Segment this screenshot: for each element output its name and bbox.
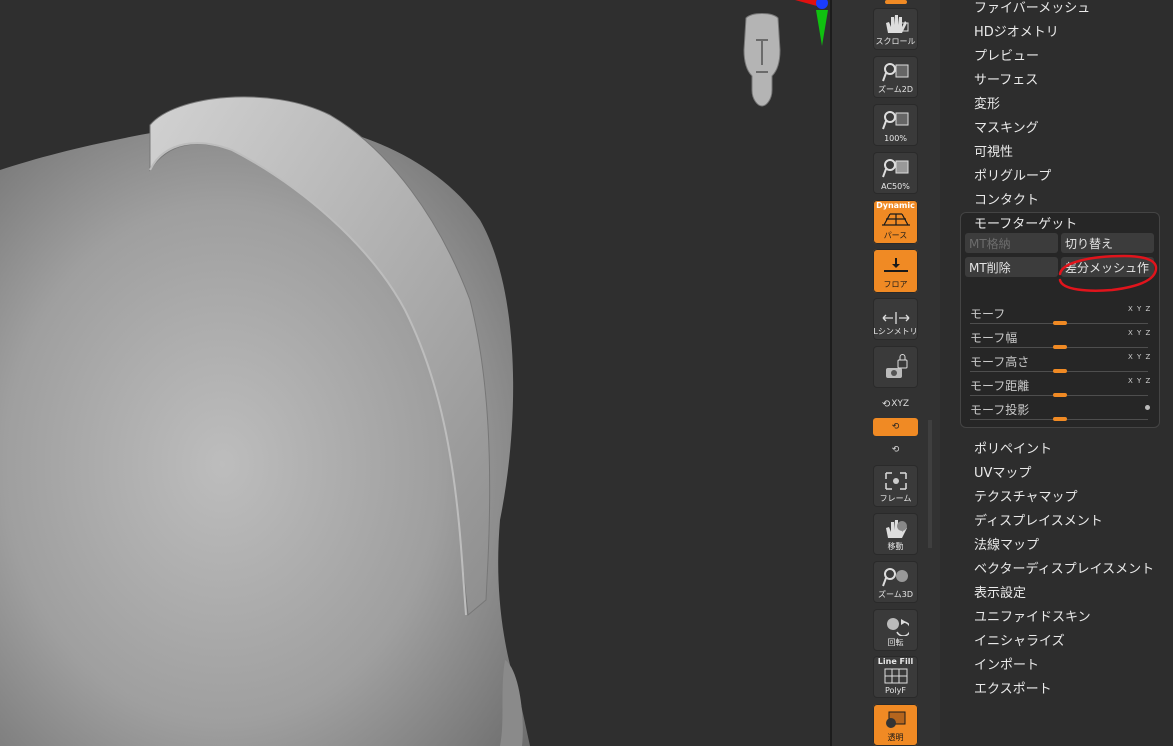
polyframe-grid-icon: [884, 668, 907, 684]
menu-item-vector-displacement[interactable]: ベクターディスプレイスメント: [974, 558, 1154, 577]
menu-item-initialize[interactable]: イニシャライズ: [974, 630, 1065, 649]
xyz-label: XYZ: [891, 399, 910, 409]
polyf-button[interactable]: Line Fill PolyF: [873, 656, 918, 698]
morph-width-xyz-icon[interactable]: X Y Z: [1128, 329, 1151, 337]
rotate-icon: [886, 618, 909, 636]
menu-item-displacement[interactable]: ディスプレイスメント: [974, 510, 1103, 529]
hand-scroll-icon: [885, 15, 908, 33]
rotate-xyz-icon: ⟲: [881, 398, 891, 410]
move-button[interactable]: 移動: [873, 513, 918, 555]
menu-item-texture-map[interactable]: テクスチャマップ: [974, 486, 1077, 505]
move-label: 移動: [887, 542, 904, 551]
menu-item-preview[interactable]: プレビュー: [974, 45, 1039, 64]
zoom2d-label: ズーム2D: [877, 85, 913, 94]
frame-button[interactable]: フレーム: [873, 465, 918, 507]
polyf-label: PolyF: [885, 686, 906, 695]
local-transform-button[interactable]: [873, 346, 918, 388]
ac50-label: AC50%: [881, 182, 910, 191]
store-mt-button[interactable]: MT格納: [965, 233, 1058, 253]
morph-xyz-icon[interactable]: X Y Z: [1128, 305, 1151, 313]
perspective-grid-icon: [881, 213, 910, 226]
hand-move-icon: [885, 520, 907, 538]
perspective-button[interactable]: Dynamic パース: [873, 200, 918, 244]
menu-item-uv-map[interactable]: UVマップ: [974, 462, 1031, 481]
menu-item-deformation[interactable]: 変形: [974, 93, 1000, 112]
magnifier-sphere-icon: [881, 568, 908, 587]
morph-projection-dot-icon[interactable]: [1145, 405, 1150, 410]
viewport-3d[interactable]: [0, 0, 830, 746]
menu-item-normal-map[interactable]: 法線マップ: [974, 534, 1039, 553]
zoom3d-label: ズーム3D: [877, 590, 913, 599]
menu-item-visibility[interactable]: 可視性: [974, 141, 1013, 160]
floor-label: フロア: [883, 280, 908, 289]
dynamic-label: Dynamic: [876, 201, 915, 210]
morph-projection-handle[interactable]: [1053, 417, 1067, 421]
morph-target-header[interactable]: モーフターゲット: [974, 213, 1077, 232]
frame-label: フレーム: [879, 494, 912, 503]
magnifier-icon: [881, 111, 908, 130]
morph-slider-label: モーフ: [970, 307, 1006, 321]
zoom3d-button[interactable]: ズーム3D: [873, 561, 918, 603]
linefill-label: Line Fill: [877, 657, 914, 666]
magnifier-icon: [881, 159, 908, 178]
morph-height-handle[interactable]: [1053, 369, 1067, 373]
shelf-scrollbar[interactable]: [928, 420, 932, 548]
axis-gizmo-icon[interactable]: [795, 0, 830, 50]
scroll-label: スクロール: [875, 37, 916, 46]
menu-item-display-properties[interactable]: 表示設定: [974, 582, 1026, 601]
menu-item-polygroups[interactable]: ポリグループ: [974, 165, 1051, 184]
transparent-button[interactable]: 透明: [873, 704, 918, 746]
menu-item-contact[interactable]: コンタクト: [974, 189, 1039, 208]
morph-width-handle[interactable]: [1053, 345, 1067, 349]
rotate-label: 回転: [887, 638, 904, 647]
menu-item-polypaint[interactable]: ポリペイント: [974, 438, 1052, 457]
rotate-z-icon: ⟲: [891, 445, 900, 455]
menu-item-masking[interactable]: マスキング: [974, 117, 1039, 136]
zoom100-button[interactable]: 100%: [873, 104, 918, 146]
rotate-button[interactable]: 回転: [873, 609, 918, 651]
morph-distance-xyz-icon[interactable]: X Y Z: [1128, 377, 1151, 385]
morph-width-label: モーフ幅: [970, 331, 1018, 345]
menu-item-export[interactable]: エクスポート: [974, 678, 1052, 697]
morph-height-xyz-icon[interactable]: X Y Z: [1128, 353, 1151, 361]
delete-mt-button[interactable]: MT削除: [965, 257, 1058, 277]
transparency-icon: [885, 711, 905, 728]
magnifier-icon: [881, 63, 908, 82]
transparent-label: 透明: [887, 733, 904, 742]
morph-projection-label: モーフ投影: [970, 403, 1030, 417]
menu-item-surface[interactable]: サーフェス: [974, 69, 1038, 88]
perspective-label: パース: [883, 231, 908, 240]
scroll-button[interactable]: スクロール: [873, 8, 918, 50]
zoom2d-button[interactable]: ズーム2D: [873, 56, 918, 98]
zoom100-label: 100%: [884, 134, 907, 143]
morph-distance-handle[interactable]: [1053, 393, 1067, 397]
navigation-head-icon[interactable]: [732, 10, 792, 110]
morph-slider-handle[interactable]: [1053, 321, 1067, 325]
y-rotate-button[interactable]: ⟲: [873, 418, 918, 436]
menu-item-fibermesh[interactable]: ファイバーメッシュ: [974, 0, 1090, 16]
xyz-rotate-button[interactable]: ⟲ XYZ: [873, 395, 918, 413]
morph-height-label: モーフ高さ: [970, 355, 1030, 369]
floor-button[interactable]: フロア: [873, 249, 918, 293]
z-rotate-button[interactable]: ⟲: [873, 441, 918, 459]
rotate-y-icon: ⟲: [891, 422, 900, 432]
red-annotation-circle: [1058, 254, 1158, 292]
head-model: [0, 96, 530, 746]
menu-item-import[interactable]: インポート: [974, 654, 1039, 673]
frame-icon: [884, 472, 907, 490]
morph-distance-label: モーフ距離: [970, 379, 1030, 393]
menu-item-unified-skin[interactable]: ユニファイドスキン: [974, 606, 1091, 625]
lock-camera-icon: [885, 354, 907, 378]
lsym-button[interactable]: Lシンメトリ: [873, 298, 918, 340]
ac50-button[interactable]: AC50%: [873, 152, 918, 194]
floor-icon: [883, 258, 908, 272]
menu-item-hd-geometry[interactable]: HDジオメトリ: [974, 21, 1059, 40]
shelf-top-indicator: [885, 0, 907, 4]
symmetry-arrows-icon: [882, 312, 909, 324]
